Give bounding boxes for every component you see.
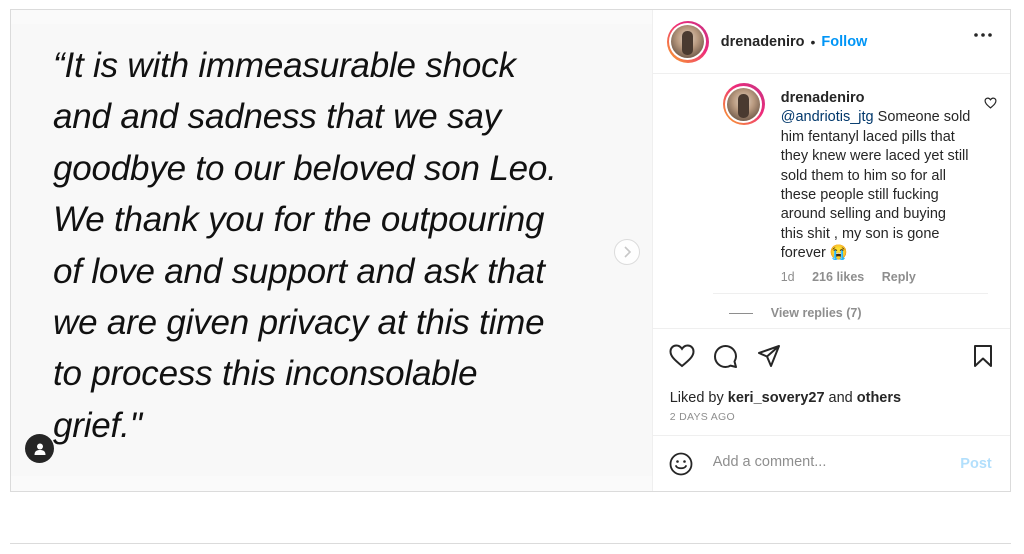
comment-meta: 1d 216 likes Reply [781, 270, 930, 284]
post-image: “It is with immeasurable shock and and s… [11, 24, 652, 476]
likes-others[interactable]: others [857, 390, 901, 406]
user-tag-icon [34, 443, 45, 455]
post-media[interactable]: “It is with immeasurable shock and and s… [11, 10, 652, 491]
quote-line: to process this inconsolable [53, 354, 478, 394]
bookmark-icon[interactable] [973, 344, 993, 368]
separator-dot: • [810, 33, 816, 50]
follow-button[interactable]: Follow [821, 34, 867, 50]
post-header: drenadeniro • Follow [652, 10, 1010, 74]
likes-and: and [824, 390, 857, 406]
quote-line: “It is with immeasurable shock [53, 46, 516, 85]
chevron-right-icon [624, 246, 632, 258]
post-date: 2 DAYS AGO [669, 411, 735, 423]
more-horizontal-icon[interactable] [974, 33, 992, 37]
comment-mention[interactable]: @andriotis_jtg [781, 109, 874, 125]
comment-input[interactable] [712, 454, 933, 470]
action-bar [652, 328, 1010, 380]
quote-line: and and sadness that we say [53, 97, 501, 137]
likes-prefix: Liked by [669, 390, 728, 406]
quote-line: We thank you for the outpouring [53, 200, 545, 240]
header-username[interactable]: drenadeniro [721, 34, 805, 50]
instagram-post: “It is with immeasurable shock and and s… [10, 9, 1011, 492]
quote-line: we are given privacy at this time [53, 303, 545, 343]
quote-line: of love and support and ask that [53, 251, 545, 291]
page-divider [10, 543, 1011, 544]
likes-user[interactable]: keri_sovery27 [728, 390, 825, 406]
quote-text: “It is with immeasurable shock and and s… [53, 40, 623, 451]
heart-icon[interactable] [669, 344, 695, 368]
share-icon[interactable] [757, 344, 781, 368]
next-image-button[interactable] [614, 239, 640, 265]
comment-likes[interactable]: 216 likes [812, 270, 864, 284]
comment-text: Someone sold him fentanyl laced pills th… [780, 109, 971, 262]
divider [712, 293, 988, 294]
comment-avatar[interactable] [722, 83, 765, 125]
view-replies-label: View replies (7) [770, 306, 862, 320]
tagged-users-button[interactable] [25, 434, 54, 463]
comment-username[interactable]: drenadeniro [781, 89, 971, 108]
quote-line: goodbye to our beloved son Leo. [53, 148, 557, 188]
comment-time: 1d [780, 270, 795, 284]
heart-icon[interactable] [984, 97, 997, 109]
avatar[interactable] [666, 20, 709, 63]
reply-button[interactable]: Reply [882, 270, 916, 284]
quote-line: grief." [53, 405, 142, 445]
comment-body: drenadeniro @andriotis_jtg Someone sold … [781, 89, 971, 264]
likes-summary: Liked by keri_sovery27 and others [670, 390, 901, 406]
emoji-icon[interactable] [669, 452, 693, 476]
post-sidebar: drenadeniro • Follow drenadeniro @andrio… [651, 10, 1010, 491]
view-replies-button[interactable]: View replies (7) [728, 306, 862, 320]
comment-icon[interactable] [713, 344, 738, 369]
add-comment-bar: Post [652, 435, 1010, 491]
post-comment-button[interactable]: Post [960, 456, 991, 472]
